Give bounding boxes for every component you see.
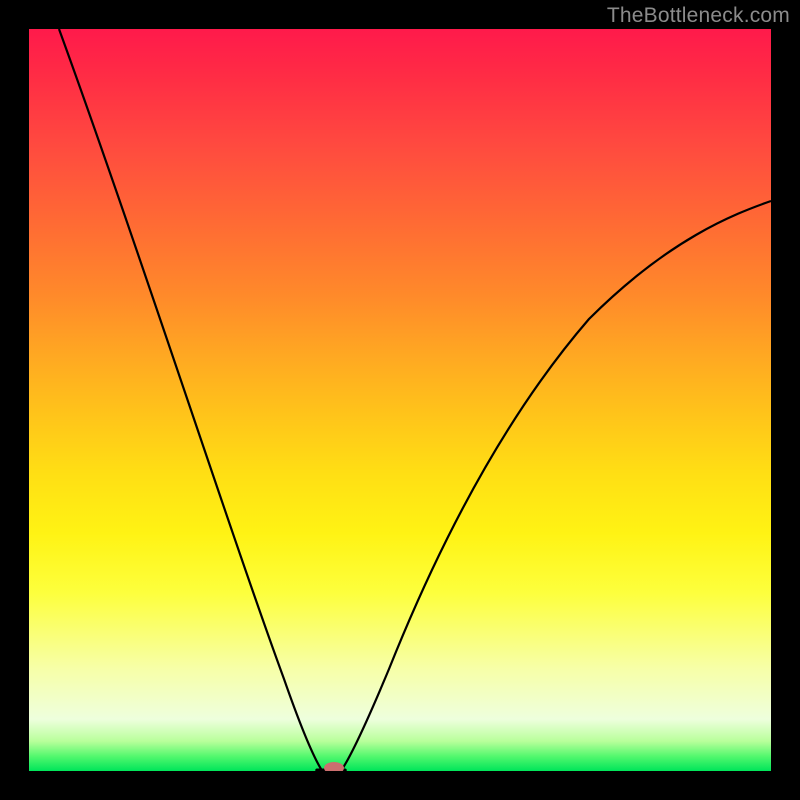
curve-layer [29,29,771,771]
minimum-marker [324,762,344,771]
bottleneck-curve-right [341,201,771,771]
watermark-text: TheBottleneck.com [607,4,790,28]
bottleneck-curve-left [59,29,324,771]
chart-frame: TheBottleneck.com [0,0,800,800]
plot-area [29,29,771,771]
